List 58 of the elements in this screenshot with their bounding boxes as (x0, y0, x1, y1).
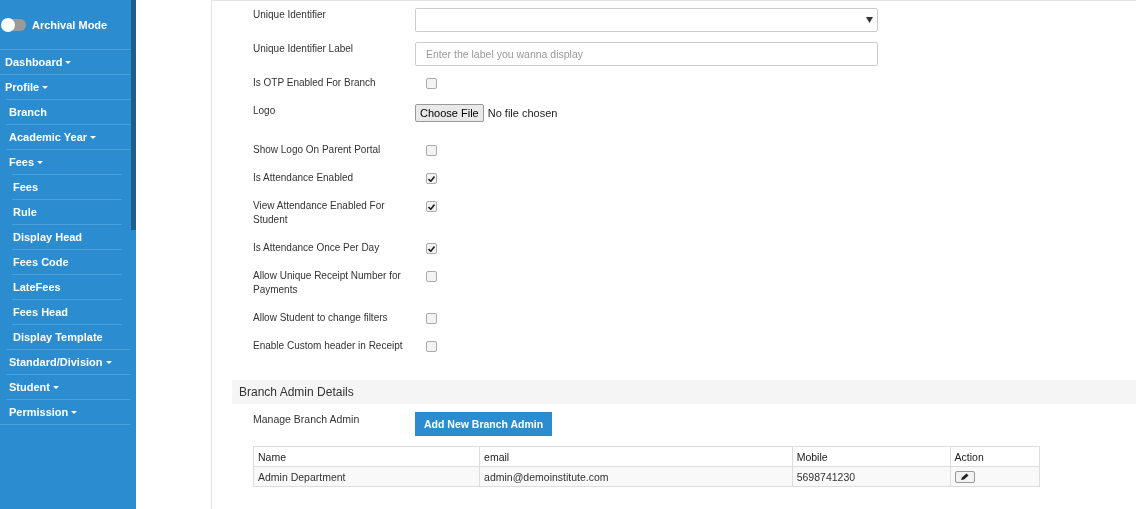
caret-icon (65, 60, 72, 64)
checkbox[interactable] (426, 201, 437, 212)
toggle-label: Archival Mode (32, 18, 108, 31)
sidebar-item[interactable]: Display Template (0, 325, 131, 349)
field-label: Show Logo On Parent Portal (253, 143, 381, 157)
caret-icon (42, 85, 49, 89)
table-cell: Admin Department (253, 466, 480, 487)
checkbox[interactable] (426, 145, 437, 156)
checkbox[interactable] (426, 313, 437, 324)
field-label: Is OTP Enabled For Branch (253, 76, 376, 90)
archival-toggle[interactable] (2, 18, 26, 31)
section-header: Branch Admin Details (232, 380, 1136, 404)
checkbox[interactable] (426, 78, 437, 89)
caret-icon (71, 410, 78, 414)
field-label: Unique Identifier Label (253, 42, 354, 56)
sidebar-item[interactable]: Fees (0, 150, 131, 174)
sidebar-item[interactable]: Academic Year (0, 125, 131, 149)
sidebar-item[interactable]: Display Head (0, 225, 131, 249)
checkbox[interactable] (426, 173, 437, 184)
select-field[interactable] (415, 8, 878, 32)
input-field[interactable]: Enter the label you wanna display (415, 42, 878, 66)
dropdown-arrow-icon (866, 17, 873, 23)
field-label: Enable Custom header in Receipt (253, 339, 403, 353)
sidebar-item[interactable]: Permission (0, 400, 131, 424)
file-status: No file chosen (487, 106, 558, 121)
caret-icon (90, 135, 97, 139)
caret-icon (105, 360, 112, 364)
field-label: Allow Unique Receipt Number for Payments (253, 269, 402, 297)
sidebar-item[interactable]: Branch (0, 100, 131, 124)
field-label: Allow Student to change filters (253, 311, 388, 325)
sidebar-item[interactable]: Standard/Division (0, 350, 131, 374)
sidebar-item[interactable]: Fees (0, 175, 131, 199)
checkbox[interactable] (426, 271, 437, 282)
choose-file-button[interactable]: Choose File (415, 104, 484, 122)
sidebar-item[interactable]: Profile (0, 75, 131, 99)
add-admin-button[interactable]: Add New Branch Admin (415, 412, 553, 436)
column-header: Mobile (792, 446, 951, 467)
caret-icon (52, 385, 59, 389)
field-label: Logo (253, 104, 276, 118)
column-header: Action (950, 446, 1040, 467)
caret-icon (37, 160, 44, 164)
checkbox[interactable] (426, 243, 437, 254)
edit-button[interactable] (954, 470, 975, 483)
column-header: email (479, 446, 793, 467)
sidebar-item[interactable]: Fees Code (0, 250, 131, 274)
sidebar-item[interactable]: Rule (0, 200, 131, 224)
field-label: View Attendance Enabled For Student (253, 199, 386, 227)
field-label: Unique Identifier (253, 8, 326, 22)
field-label: Manage Branch Admin (253, 412, 361, 425)
sidebar-item[interactable]: LateFees (0, 275, 131, 299)
pencil-icon (960, 472, 970, 481)
sidebar-item[interactable]: Dashboard (0, 50, 131, 74)
sidebar-item[interactable]: Fees Head (0, 300, 131, 324)
field-label: Is Attendance Once Per Day (253, 241, 380, 255)
column-header: Name (253, 446, 480, 467)
field-label: Is Attendance Enabled (253, 171, 354, 185)
checkbox[interactable] (426, 341, 437, 352)
sidebar-item[interactable]: Student (0, 375, 131, 399)
